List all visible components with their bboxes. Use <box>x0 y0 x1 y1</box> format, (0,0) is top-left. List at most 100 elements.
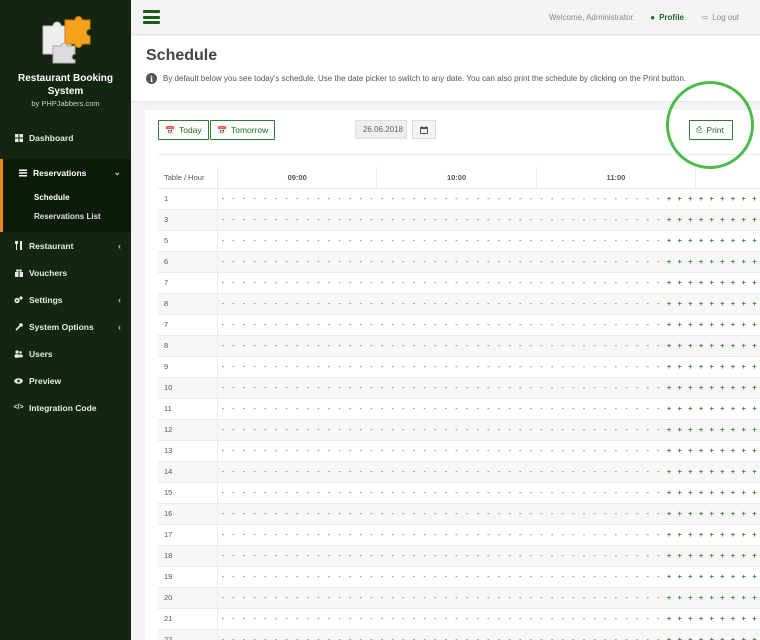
available-slot[interactable]: + <box>717 461 728 483</box>
available-slot[interactable]: + <box>748 188 760 210</box>
available-slot[interactable]: + <box>717 545 728 567</box>
available-slot[interactable]: + <box>674 356 686 378</box>
today-button[interactable]: 📅 Today <box>158 120 209 140</box>
available-slot[interactable]: + <box>706 482 718 504</box>
available-slot[interactable]: + <box>663 440 675 462</box>
available-slot[interactable]: + <box>685 419 696 441</box>
available-slot[interactable]: + <box>685 440 696 462</box>
available-slot[interactable]: + <box>717 419 728 441</box>
available-slot[interactable]: + <box>706 545 718 567</box>
available-slot[interactable]: + <box>738 335 749 357</box>
available-slot[interactable]: + <box>706 272 718 294</box>
available-slot[interactable]: + <box>685 230 696 252</box>
available-slot[interactable]: + <box>706 629 718 640</box>
available-slot[interactable]: + <box>727 230 739 252</box>
available-slot[interactable]: + <box>663 566 675 588</box>
available-slot[interactable]: + <box>695 335 707 357</box>
available-slot[interactable]: + <box>727 419 739 441</box>
available-slot[interactable]: + <box>685 566 696 588</box>
available-slot[interactable]: + <box>727 335 739 357</box>
available-slot[interactable]: + <box>674 608 686 630</box>
available-slot[interactable]: + <box>717 398 728 420</box>
available-slot[interactable]: + <box>663 503 675 525</box>
available-slot[interactable]: + <box>695 608 707 630</box>
available-slot[interactable]: + <box>674 566 686 588</box>
available-slot[interactable]: + <box>727 440 739 462</box>
available-slot[interactable]: + <box>674 251 686 273</box>
available-slot[interactable]: + <box>674 419 686 441</box>
available-slot[interactable]: + <box>663 398 675 420</box>
available-slot[interactable]: + <box>663 188 675 210</box>
available-slot[interactable]: + <box>727 398 739 420</box>
available-slot[interactable]: + <box>738 377 749 399</box>
available-slot[interactable]: + <box>674 440 686 462</box>
available-slot[interactable]: + <box>663 272 675 294</box>
available-slot[interactable]: + <box>695 272 707 294</box>
available-slot[interactable]: + <box>663 545 675 567</box>
available-slot[interactable]: + <box>695 587 707 609</box>
available-slot[interactable]: + <box>685 482 696 504</box>
available-slot[interactable]: + <box>663 251 675 273</box>
available-slot[interactable]: + <box>706 293 718 315</box>
available-slot[interactable]: + <box>695 419 707 441</box>
available-slot[interactable]: + <box>717 335 728 357</box>
available-slot[interactable]: + <box>706 608 718 630</box>
available-slot[interactable]: + <box>738 188 749 210</box>
available-slot[interactable]: + <box>695 293 707 315</box>
available-slot[interactable]: + <box>717 566 728 588</box>
available-slot[interactable]: + <box>727 629 739 640</box>
sidebar-item-restaurant[interactable]: Restaurant ‹ <box>0 232 131 259</box>
available-slot[interactable]: + <box>717 608 728 630</box>
sidebar-item-dashboard[interactable]: Dashboard <box>0 124 131 151</box>
sidebar-item-settings[interactable]: Settings ‹ <box>0 286 131 313</box>
available-slot[interactable]: + <box>674 461 686 483</box>
available-slot[interactable]: + <box>685 272 696 294</box>
available-slot[interactable]: + <box>706 587 718 609</box>
available-slot[interactable]: + <box>748 461 760 483</box>
available-slot[interactable]: + <box>695 251 707 273</box>
available-slot[interactable]: + <box>706 230 718 252</box>
available-slot[interactable]: + <box>717 230 728 252</box>
sidebar-item-vouchers[interactable]: Vouchers <box>0 259 131 286</box>
available-slot[interactable]: + <box>674 230 686 252</box>
available-slot[interactable]: + <box>663 314 675 336</box>
available-slot[interactable]: + <box>738 251 749 273</box>
available-slot[interactable]: + <box>717 209 728 231</box>
available-slot[interactable]: + <box>685 209 696 231</box>
available-slot[interactable]: + <box>748 587 760 609</box>
available-slot[interactable]: + <box>674 188 686 210</box>
available-slot[interactable]: + <box>685 377 696 399</box>
available-slot[interactable]: + <box>674 545 686 567</box>
available-slot[interactable]: + <box>663 335 675 357</box>
available-slot[interactable]: + <box>674 482 686 504</box>
available-slot[interactable]: + <box>717 188 728 210</box>
menu-toggle-icon[interactable] <box>143 10 160 24</box>
available-slot[interactable]: + <box>748 608 760 630</box>
available-slot[interactable]: + <box>695 461 707 483</box>
available-slot[interactable]: + <box>695 440 707 462</box>
app-logo[interactable] <box>0 0 131 68</box>
available-slot[interactable]: + <box>706 314 718 336</box>
available-slot[interactable]: + <box>663 356 675 378</box>
available-slot[interactable]: + <box>663 419 675 441</box>
available-slot[interactable]: + <box>695 230 707 252</box>
available-slot[interactable]: + <box>727 293 739 315</box>
logout-link[interactable]: ⇨ Log out <box>702 13 739 22</box>
available-slot[interactable]: + <box>748 251 760 273</box>
available-slot[interactable]: + <box>706 377 718 399</box>
sidebar-item-integration-code[interactable]: </> Integration Code <box>0 394 131 421</box>
available-slot[interactable]: + <box>748 524 760 546</box>
available-slot[interactable]: + <box>717 356 728 378</box>
available-slot[interactable]: + <box>695 188 707 210</box>
available-slot[interactable]: + <box>706 461 718 483</box>
available-slot[interactable]: + <box>717 587 728 609</box>
available-slot[interactable]: + <box>695 503 707 525</box>
available-slot[interactable]: + <box>706 209 718 231</box>
available-slot[interactable]: + <box>727 356 739 378</box>
available-slot[interactable]: + <box>748 503 760 525</box>
available-slot[interactable]: + <box>685 503 696 525</box>
available-slot[interactable]: + <box>748 482 760 504</box>
available-slot[interactable]: + <box>717 503 728 525</box>
available-slot[interactable]: + <box>738 356 749 378</box>
available-slot[interactable]: + <box>685 335 696 357</box>
